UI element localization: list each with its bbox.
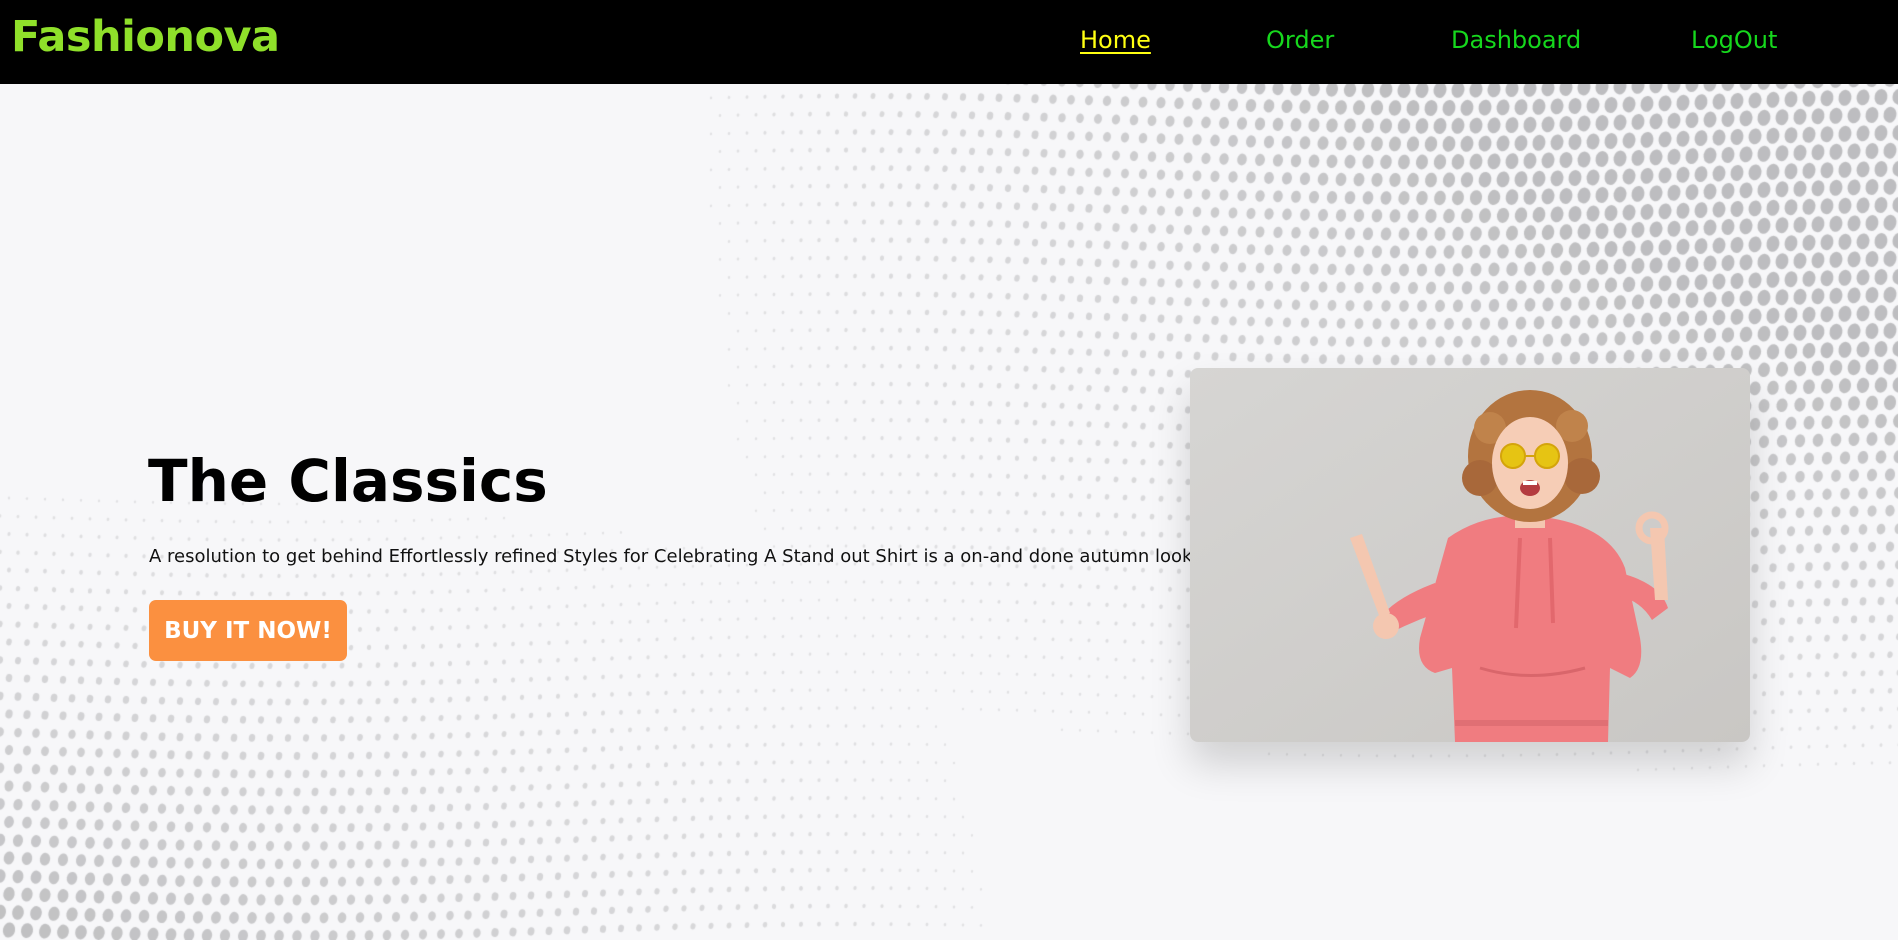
nav-link-dashboard[interactable]: Dashboard: [1451, 28, 1581, 52]
nav-link-logout[interactable]: LogOut: [1691, 28, 1777, 52]
hero-title: The Classics: [148, 447, 548, 515]
nav-link-home[interactable]: Home: [1080, 28, 1151, 52]
hero-subtitle: A resolution to get behind Effortlessly …: [149, 546, 1193, 567]
top-navbar: Fashionova Home Order Dashboard LogOut: [0, 0, 1898, 84]
hero-product-image: [1190, 368, 1750, 742]
brand-logo[interactable]: Fashionova: [11, 16, 280, 59]
model-photo-illustration: [1190, 368, 1750, 742]
nav-link-order[interactable]: Order: [1266, 28, 1334, 52]
buy-now-button[interactable]: BUY IT NOW!: [149, 600, 347, 661]
